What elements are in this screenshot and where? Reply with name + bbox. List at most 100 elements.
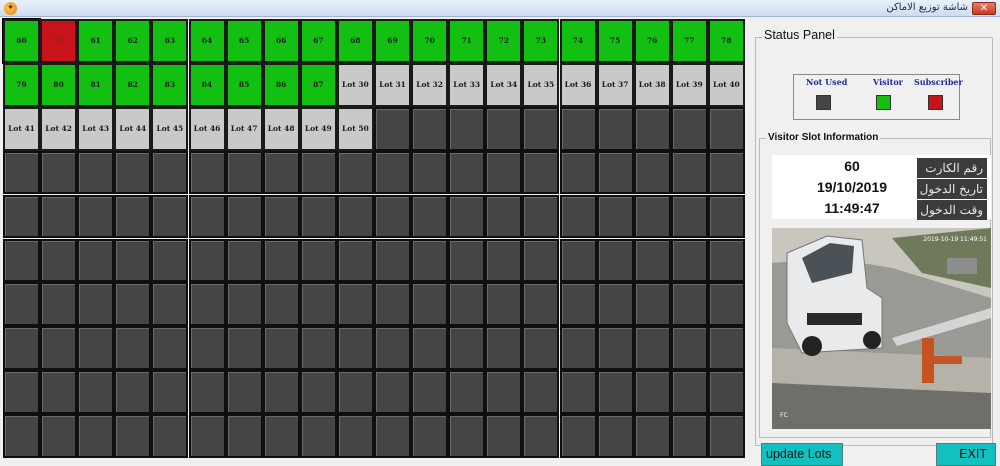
lot-cell-empty[interactable] xyxy=(448,326,486,371)
lot-cell-empty[interactable] xyxy=(633,326,671,371)
lot-cell-empty[interactable] xyxy=(485,370,523,414)
lot-cell-empty[interactable] xyxy=(336,282,374,327)
lot-cell-81[interactable]: 81 xyxy=(77,62,115,107)
lot-cell-empty[interactable] xyxy=(670,238,708,283)
lot-cell-empty[interactable] xyxy=(299,326,337,371)
lot-cell-empty[interactable] xyxy=(188,414,226,458)
lot-cell-empty[interactable] xyxy=(299,194,337,239)
lot-cell-lot-38[interactable]: Lot 38 xyxy=(633,62,671,107)
lot-cell-empty[interactable] xyxy=(77,150,115,195)
lot-cell-empty[interactable] xyxy=(411,326,449,371)
lot-cell-empty[interactable] xyxy=(262,194,300,239)
lot-cell-empty[interactable] xyxy=(670,326,708,371)
lot-cell-empty[interactable] xyxy=(411,414,449,458)
lot-cell-empty[interactable] xyxy=(411,238,449,283)
lot-cell-empty[interactable] xyxy=(151,370,189,414)
lot-cell-71[interactable]: 71 xyxy=(448,19,486,63)
lot-cell-80[interactable]: 80 xyxy=(40,62,78,107)
lot-cell-empty[interactable] xyxy=(299,370,337,414)
lot-cell-empty[interactable] xyxy=(485,238,523,283)
lot-cell-67[interactable]: 67 xyxy=(299,19,337,63)
lot-cell-lot-37[interactable]: Lot 37 xyxy=(596,62,634,107)
lot-cell-lot-45[interactable]: Lot 45 xyxy=(151,106,189,151)
lot-cell-empty[interactable] xyxy=(225,414,263,458)
lot-cell-empty[interactable] xyxy=(522,106,560,151)
lot-cell-empty[interactable] xyxy=(336,150,374,195)
lot-cell-empty[interactable] xyxy=(3,370,40,414)
lot-cell-lot-50[interactable]: Lot 50 xyxy=(336,106,374,151)
lot-cell-empty[interactable] xyxy=(151,194,189,239)
lot-cell-empty[interactable] xyxy=(707,326,745,371)
lot-cell-lot-39[interactable]: Lot 39 xyxy=(670,62,708,107)
lot-cell-empty[interactable] xyxy=(522,326,560,371)
lot-cell-87[interactable]: 87 xyxy=(299,62,337,107)
lot-cell-empty[interactable] xyxy=(3,414,40,458)
lot-cell-empty[interactable] xyxy=(559,282,597,327)
lot-cell-empty[interactable] xyxy=(188,326,226,371)
lot-cell-empty[interactable] xyxy=(3,194,40,239)
lot-cell-empty[interactable] xyxy=(225,282,263,327)
lot-cell-empty[interactable] xyxy=(522,414,560,458)
lot-cell-empty[interactable] xyxy=(707,150,745,195)
lot-cell-lot-44[interactable]: Lot 44 xyxy=(114,106,152,151)
lot-cell-lot-30[interactable]: Lot 30 xyxy=(336,62,374,107)
lot-cell-78[interactable]: 78 xyxy=(707,19,745,63)
lot-cell-empty[interactable] xyxy=(559,326,597,371)
lot-cell-empty[interactable] xyxy=(262,150,300,195)
lot-cell-empty[interactable] xyxy=(485,194,523,239)
lot-cell-65[interactable]: 65 xyxy=(225,19,263,63)
lot-cell-empty[interactable] xyxy=(448,150,486,195)
lot-cell-empty[interactable] xyxy=(40,150,78,195)
lot-cell-empty[interactable] xyxy=(596,326,634,371)
lot-cell-10[interactable]: 10 xyxy=(40,19,78,63)
lot-cell-empty[interactable] xyxy=(670,414,708,458)
lot-cell-empty[interactable] xyxy=(3,326,40,371)
lot-cell-empty[interactable] xyxy=(596,150,634,195)
lot-cell-empty[interactable] xyxy=(411,282,449,327)
lot-cell-empty[interactable] xyxy=(670,150,708,195)
lot-cell-lot-33[interactable]: Lot 33 xyxy=(448,62,486,107)
lot-cell-empty[interactable] xyxy=(151,150,189,195)
lot-cell-lot-49[interactable]: Lot 49 xyxy=(299,106,337,151)
lot-cell-86[interactable]: 86 xyxy=(262,62,300,107)
lot-cell-empty[interactable] xyxy=(40,414,78,458)
lot-cell-85[interactable]: 85 xyxy=(225,62,263,107)
lot-cell-empty[interactable] xyxy=(3,238,40,283)
lot-cell-70[interactable]: 70 xyxy=(411,19,449,63)
lot-cell-empty[interactable] xyxy=(596,282,634,327)
lot-cell-empty[interactable] xyxy=(114,238,152,283)
lot-cell-60[interactable]: 60 xyxy=(2,18,41,64)
lot-cell-empty[interactable] xyxy=(151,238,189,283)
lot-cell-empty[interactable] xyxy=(3,282,40,327)
lot-cell-empty[interactable] xyxy=(559,414,597,458)
lot-cell-empty[interactable] xyxy=(151,326,189,371)
lot-cell-empty[interactable] xyxy=(114,370,152,414)
lot-cell-empty[interactable] xyxy=(336,194,374,239)
lot-cell-empty[interactable] xyxy=(411,150,449,195)
lot-cell-empty[interactable] xyxy=(3,150,40,195)
lot-cell-empty[interactable] xyxy=(262,282,300,327)
lot-cell-lot-47[interactable]: Lot 47 xyxy=(225,106,263,151)
update-lots-button[interactable]: update Lots xyxy=(761,443,843,466)
lot-cell-empty[interactable] xyxy=(596,370,634,414)
lot-cell-empty[interactable] xyxy=(151,282,189,327)
lot-cell-empty[interactable] xyxy=(40,370,78,414)
lot-cell-empty[interactable] xyxy=(374,326,411,371)
lot-cell-lot-36[interactable]: Lot 36 xyxy=(559,62,597,107)
lot-cell-73[interactable]: 73 xyxy=(522,19,560,63)
lot-cell-empty[interactable] xyxy=(374,106,411,151)
lot-cell-empty[interactable] xyxy=(114,414,152,458)
lot-cell-empty[interactable] xyxy=(522,282,560,327)
lot-cell-empty[interactable] xyxy=(633,106,671,151)
lot-cell-empty[interactable] xyxy=(559,150,597,195)
lot-cell-empty[interactable] xyxy=(114,194,152,239)
lot-cell-empty[interactable] xyxy=(374,150,411,195)
lot-cell-empty[interactable] xyxy=(262,238,300,283)
lot-cell-empty[interactable] xyxy=(670,282,708,327)
lot-cell-74[interactable]: 74 xyxy=(559,19,597,63)
lot-cell-empty[interactable] xyxy=(374,370,411,414)
lot-cell-empty[interactable] xyxy=(188,150,226,195)
lot-cell-empty[interactable] xyxy=(299,414,337,458)
lot-cell-69[interactable]: 69 xyxy=(374,19,411,63)
exit-button[interactable]: EXIT xyxy=(936,443,996,466)
